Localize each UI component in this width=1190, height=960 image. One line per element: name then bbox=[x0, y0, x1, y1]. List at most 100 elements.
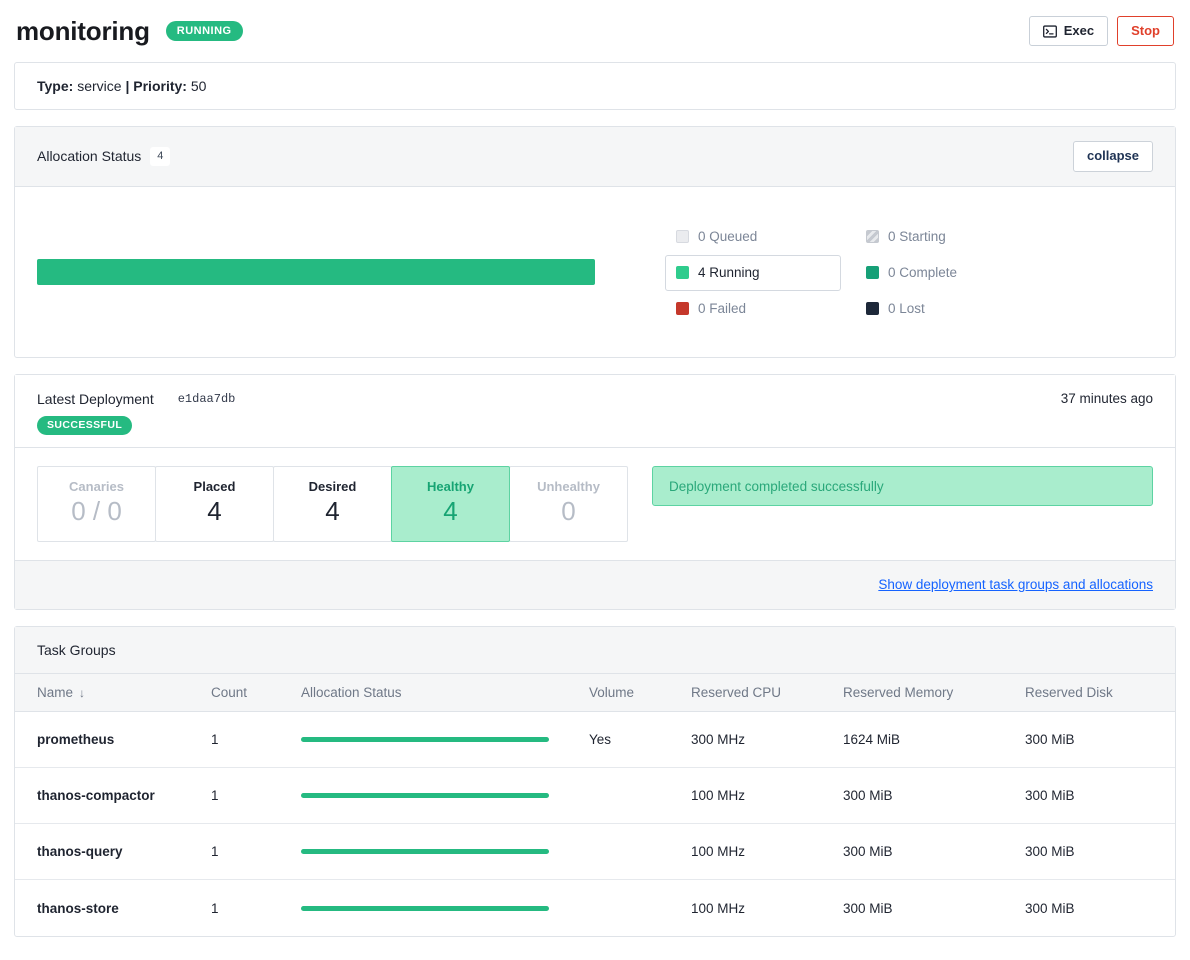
cell-allocation-status bbox=[293, 767, 581, 825]
metric-placed: Placed 4 bbox=[155, 466, 274, 543]
page-title: monitoring bbox=[16, 15, 150, 46]
column-header-reserved-cpu[interactable]: Reserved CPU bbox=[683, 674, 835, 713]
legend-item-lost[interactable]: 0 Lost bbox=[855, 291, 936, 327]
allocation-status-header: Allocation Status 4 collapse bbox=[15, 127, 1175, 187]
collapse-button[interactable]: collapse bbox=[1072, 141, 1153, 172]
metric-desired: Desired 4 bbox=[273, 466, 392, 543]
deployment-header-left: Latest Deployment e1daa7db SUCCESSFUL bbox=[37, 388, 243, 436]
metric-desired-label: Desired bbox=[308, 479, 357, 495]
cell-name[interactable]: prometheus bbox=[15, 711, 203, 769]
exec-button[interactable]: Exec bbox=[1028, 15, 1109, 47]
page-header: monitoring RUNNING Exec Stop bbox=[14, 0, 1176, 62]
legend-label-complete: 0 Complete bbox=[888, 265, 958, 281]
allocation-mini-bar[interactable] bbox=[301, 905, 549, 911]
cell-reserved-memory: 300 MiB bbox=[843, 900, 893, 916]
exec-button-label: Exec bbox=[1063, 22, 1095, 38]
priority-value: 50 bbox=[190, 78, 207, 94]
allocation-legend: 0 Queued 0 Starting 4 Running 0 Complete… bbox=[637, 209, 1153, 327]
allocation-distribution-chart bbox=[37, 209, 637, 285]
cell-name[interactable]: thanos-query bbox=[15, 823, 203, 881]
metric-desired-value: 4 bbox=[325, 496, 340, 527]
cell-volume bbox=[581, 880, 683, 936]
cell-count: 1 bbox=[203, 711, 293, 769]
complete-swatch-icon bbox=[866, 266, 879, 280]
allocation-status-body: 0 Queued 0 Starting 4 Running 0 Complete… bbox=[15, 187, 1175, 357]
deployment-title-line: Latest Deployment e1daa7db bbox=[37, 388, 243, 409]
legend-label-queued: 0 Queued bbox=[698, 229, 758, 245]
job-meta-bar: Type: service | Priority: 50 bbox=[14, 62, 1176, 110]
allocation-mini-bar[interactable] bbox=[301, 849, 549, 855]
metric-canaries-value: 0 / 0 bbox=[71, 496, 122, 527]
column-header-count[interactable]: Count bbox=[203, 674, 293, 713]
running-swatch-icon bbox=[676, 266, 689, 280]
job-status-badge: RUNNING bbox=[165, 20, 243, 42]
legend-item-failed[interactable]: 0 Failed bbox=[665, 291, 757, 327]
cell-reserved-memory: 300 MiB bbox=[835, 823, 1017, 881]
legend-item-queued[interactable]: 0 Queued bbox=[665, 219, 768, 255]
deployment-header: Latest Deployment e1daa7db SUCCESSFUL 37… bbox=[15, 374, 1175, 449]
legend-label-failed: 0 Failed bbox=[698, 301, 747, 317]
table-row[interactable]: thanos-query 1 100 MHz 300 MiB 300 MiB bbox=[15, 823, 1175, 881]
cell-volume: Yes bbox=[581, 711, 683, 769]
metric-canaries-label: Canaries bbox=[69, 479, 124, 495]
failed-swatch-icon bbox=[676, 302, 689, 316]
lost-swatch-icon bbox=[866, 302, 879, 316]
metric-healthy: Healthy 4 bbox=[391, 466, 510, 543]
cell-reserved-cpu: 100 MHz bbox=[691, 900, 746, 916]
column-header-allocation-status: Allocation Status bbox=[293, 674, 581, 713]
priority-label: Priority: bbox=[133, 78, 187, 94]
metric-placed-value: 4 bbox=[207, 496, 222, 527]
table-row[interactable]: thanos-compactor 1 100 MHz 300 MiB 300 M… bbox=[15, 767, 1175, 825]
deployment-metrics: Canaries 0 / 0 Placed 4 Desired 4 Health… bbox=[15, 448, 1175, 562]
allocation-status-card: Allocation Status 4 collapse 0 Queued 0 … bbox=[14, 126, 1176, 358]
task-groups-table-head: Name ↓ Count Allocation Status Volume Res… bbox=[15, 674, 1175, 713]
cell-reserved-disk: 300 MiB bbox=[1017, 711, 1175, 769]
column-header-reserved-memory[interactable]: Reserved Memory bbox=[835, 674, 1017, 713]
allocation-mini-bar[interactable] bbox=[301, 793, 549, 799]
starting-swatch-icon bbox=[866, 230, 879, 244]
header-actions: Exec Stop bbox=[1028, 15, 1174, 47]
meta-separator: | bbox=[125, 78, 130, 94]
cell-reserved-disk: 300 MiB bbox=[1017, 767, 1175, 825]
type-value: service bbox=[77, 78, 122, 94]
deployment-footer: Show deployment task groups and allocati… bbox=[15, 561, 1175, 610]
task-groups-card: Task Groups Name ↓ Count Allocation Statu… bbox=[14, 626, 1176, 937]
cell-count: 1 bbox=[211, 900, 219, 916]
deployment-timestamp: 37 minutes ago bbox=[1060, 390, 1153, 406]
cell-reserved-cpu: 100 MHz bbox=[683, 767, 835, 825]
stop-button[interactable]: Stop bbox=[1117, 15, 1174, 47]
metric-healthy-label: Healthy bbox=[427, 479, 474, 495]
metric-unhealthy: Unhealthy 0 bbox=[509, 466, 628, 543]
table-row[interactable]: prometheus 1 Yes 300 MHz 1624 MiB 300 Mi… bbox=[15, 711, 1175, 769]
metric-canaries: Canaries 0 / 0 bbox=[37, 466, 156, 543]
task-groups-table-body: prometheus 1 Yes 300 MHz 1624 MiB 300 Mi… bbox=[15, 711, 1175, 936]
terminal-icon bbox=[1042, 24, 1057, 38]
metric-healthy-value: 4 bbox=[443, 496, 458, 527]
cell-reserved-disk: 300 MiB bbox=[1025, 900, 1075, 916]
allocation-bar-running[interactable] bbox=[37, 258, 595, 285]
metric-unhealthy-value: 0 bbox=[561, 496, 576, 527]
queued-swatch-icon bbox=[676, 230, 689, 244]
cell-name[interactable]: thanos-compactor bbox=[15, 767, 203, 825]
show-deployment-allocations-link[interactable]: Show deployment task groups and allocati… bbox=[878, 577, 1153, 592]
cell-name[interactable]: thanos-store bbox=[15, 880, 203, 936]
cell-volume bbox=[581, 823, 683, 881]
stop-button-label: Stop bbox=[1131, 22, 1160, 38]
cell-count: 1 bbox=[203, 767, 293, 825]
deployment-id[interactable]: e1daa7db bbox=[170, 388, 243, 409]
column-header-reserved-disk[interactable]: Reserved Disk bbox=[1017, 674, 1175, 713]
legend-item-running[interactable]: 4 Running bbox=[665, 254, 841, 291]
column-header-name[interactable]: Name ↓ bbox=[15, 674, 203, 713]
table-row[interactable]: thanos-store 1 100 MHz 300 MiB 300 MiB bbox=[15, 880, 1175, 936]
table-header-row: Name ↓ Count Allocation Status Volume Res… bbox=[15, 674, 1175, 713]
latest-deployment-card: Latest Deployment e1daa7db SUCCESSFUL 37… bbox=[14, 373, 1176, 611]
allocation-mini-bar[interactable] bbox=[301, 737, 549, 743]
cell-reserved-cpu: 100 MHz bbox=[683, 823, 835, 881]
cell-reserved-disk: 300 MiB bbox=[1017, 823, 1175, 881]
legend-item-starting[interactable]: 0 Starting bbox=[855, 219, 957, 255]
allocation-status-count: 4 bbox=[150, 147, 171, 166]
legend-item-complete[interactable]: 0 Complete bbox=[855, 255, 968, 291]
cell-count: 1 bbox=[203, 823, 293, 881]
column-header-name-label: Name bbox=[37, 685, 74, 701]
deployment-status-badge: SUCCESSFUL bbox=[37, 415, 133, 436]
